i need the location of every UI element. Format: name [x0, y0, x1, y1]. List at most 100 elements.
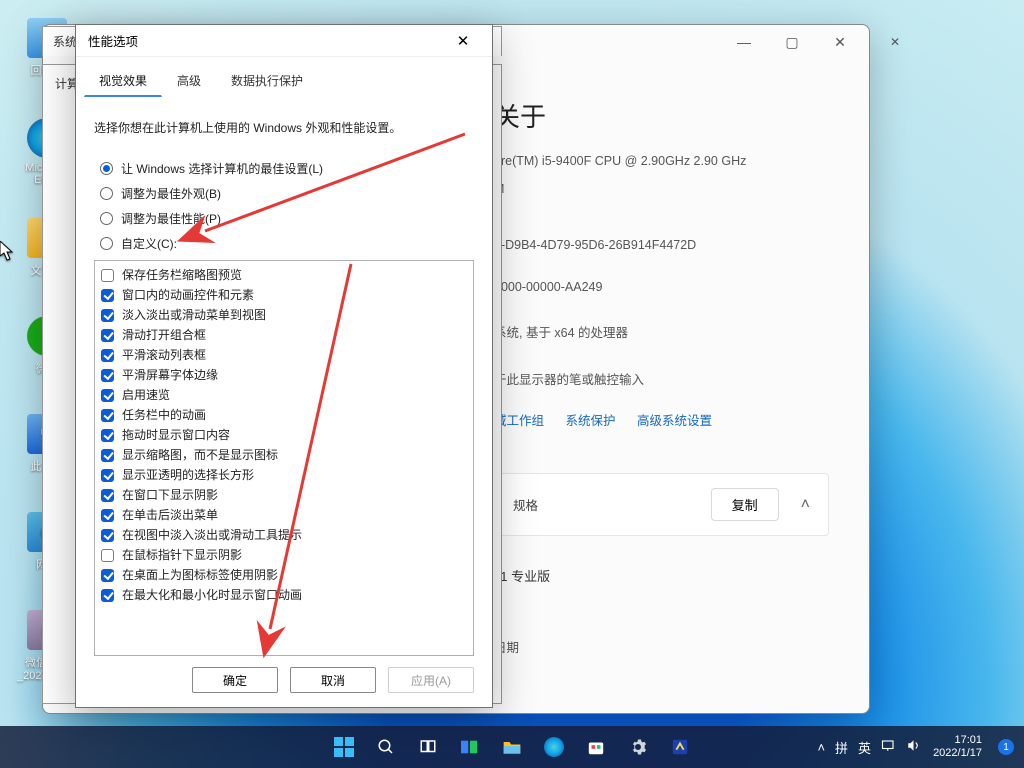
- windows-edition-value: 11 专业版: [494, 566, 829, 585]
- dialog-button-row: 确定 取消 应用(A): [192, 667, 474, 693]
- close-button[interactable]: ✕: [446, 29, 480, 53]
- checklist-item[interactable]: 在桌面上为图标标签使用阴影: [101, 565, 467, 585]
- close-icon[interactable]: ✕: [879, 35, 911, 49]
- checklist-item[interactable]: 显示亚透明的选择长方形: [101, 465, 467, 485]
- checkbox-icon: [101, 349, 114, 362]
- taskbar-center: [326, 729, 698, 765]
- dialog-title: 性能选项: [88, 31, 138, 50]
- radio-custom[interactable]: 自定义(C):: [100, 235, 474, 252]
- checkbox-icon: [101, 569, 114, 582]
- checklist-item-label: 在鼠标指针下显示阴影: [122, 546, 242, 564]
- settings-gear-button[interactable]: [620, 729, 656, 765]
- ok-button[interactable]: 确定: [192, 667, 278, 693]
- checkbox-icon: [101, 449, 114, 462]
- checklist-item[interactable]: 拖动时显示窗口内容: [101, 425, 467, 445]
- windows-spec-row[interactable]: 规格 复制 ˄: [494, 473, 829, 536]
- edge-button[interactable]: [536, 729, 572, 765]
- widgets-button[interactable]: [452, 729, 488, 765]
- checkbox-icon: [101, 529, 114, 542]
- performance-options-dialog: 性能选项 ✕ 视觉效果 高级 数据执行保护 选择你想在此计算机上使用的 Wind…: [75, 24, 493, 708]
- ime-indicator-1[interactable]: 拼: [835, 738, 848, 757]
- radio-icon: [100, 237, 113, 250]
- radio-let-windows-choose[interactable]: 让 Windows 选择计算机的最佳设置(L): [100, 160, 474, 177]
- radio-label: 调整为最佳性能(P): [121, 210, 221, 227]
- checklist-item-label: 显示亚透明的选择长方形: [122, 466, 254, 484]
- start-button[interactable]: [326, 729, 362, 765]
- checkbox-icon: [101, 589, 114, 602]
- checklist-item-label: 在窗口下显示阴影: [122, 486, 218, 504]
- notification-badge[interactable]: 1: [998, 739, 1014, 755]
- checklist-item[interactable]: 在单击后淡出菜单: [101, 505, 467, 525]
- radio-icon: [100, 162, 113, 175]
- checklist-item[interactable]: 在最大化和最小化时显示窗口动画: [101, 585, 467, 605]
- search-button[interactable]: [368, 729, 404, 765]
- checkbox-icon: [101, 329, 114, 342]
- performance-options-titlebar[interactable]: 性能选项 ✕: [76, 25, 492, 57]
- network-icon[interactable]: [881, 739, 896, 755]
- checklist-item-label: 在单击后淡出菜单: [122, 506, 218, 524]
- spec-label: 规格: [513, 495, 538, 514]
- checkbox-icon: [101, 489, 114, 502]
- checklist-item-label: 平滑屏幕字体边缘: [122, 366, 218, 384]
- related-links: 域工作组 系统保护 高级系统设置: [494, 410, 829, 429]
- checklist-item-label: 在桌面上为图标标签使用阴影: [122, 566, 278, 584]
- visual-effects-checklist[interactable]: 保存任务栏缩略图预览窗口内的动画控件和元素淡入淡出或滑动菜单到视图滑动打开组合框…: [94, 260, 474, 656]
- radio-label: 让 Windows 选择计算机的最佳设置(L): [121, 160, 323, 177]
- checkbox-icon: [101, 369, 114, 382]
- checkbox-icon: [101, 309, 114, 322]
- cancel-button[interactable]: 取消: [290, 667, 376, 693]
- tab-advanced[interactable]: 高级: [162, 65, 216, 97]
- app-icon[interactable]: [662, 729, 698, 765]
- maximize-button[interactable]: ▢: [771, 29, 813, 55]
- checklist-item[interactable]: 在鼠标指针下显示阴影: [101, 545, 467, 565]
- checklist-item[interactable]: 保存任务栏缩略图预览: [101, 265, 467, 285]
- task-view-button[interactable]: [410, 729, 446, 765]
- checklist-item-label: 平滑滚动列表框: [122, 346, 206, 364]
- radio-icon: [100, 187, 113, 200]
- apply-button[interactable]: 应用(A): [388, 667, 474, 693]
- chevron-up-icon[interactable]: ˄: [817, 740, 825, 755]
- chevron-up-icon: ˄: [801, 496, 810, 514]
- link-advanced-system-settings[interactable]: 高级系统设置: [637, 414, 712, 428]
- product-id-value: 0000-00000-AA249: [494, 280, 829, 294]
- checkbox-icon: [101, 549, 114, 562]
- support-date-label: 日期: [494, 637, 829, 656]
- system-tray[interactable]: ˄ 拼 英: [817, 738, 921, 757]
- minimize-button[interactable]: —: [723, 29, 765, 55]
- volume-icon[interactable]: [906, 739, 921, 755]
- radio-best-performance[interactable]: 调整为最佳性能(P): [100, 210, 474, 227]
- taskbar-right: ˄ 拼 英 17:01 2022/1/17 1: [817, 734, 1014, 760]
- close-button[interactable]: ✕: [819, 29, 861, 55]
- checklist-item[interactable]: 淡入淡出或滑动菜单到视图: [101, 305, 467, 325]
- checklist-item[interactable]: 平滑滚动列表框: [101, 345, 467, 365]
- store-button[interactable]: [578, 729, 614, 765]
- pen-touch-value: 于此显示器的笔或触控输入: [494, 369, 829, 388]
- checklist-item-label: 滑动打开组合框: [122, 326, 206, 344]
- ime-indicator-2[interactable]: 英: [858, 738, 871, 757]
- date-value: 2022/1/17: [933, 747, 982, 760]
- checklist-item[interactable]: 任务栏中的动画: [101, 405, 467, 425]
- copy-button[interactable]: 复制: [711, 488, 779, 521]
- checklist-item[interactable]: 显示缩略图，而不是显示图标: [101, 445, 467, 465]
- checklist-item-label: 保存任务栏缩略图预览: [122, 266, 242, 284]
- checklist-item[interactable]: 平滑屏幕字体边缘: [101, 365, 467, 385]
- checklist-item-label: 拖动时显示窗口内容: [122, 426, 230, 444]
- checklist-item[interactable]: 在窗口下显示阴影: [101, 485, 467, 505]
- device-id-value: 3-D9B4-4D79-95D6-26B914F4472D: [494, 238, 829, 252]
- explorer-button[interactable]: [494, 729, 530, 765]
- radio-label: 调整为最佳外观(B): [121, 185, 221, 202]
- checkbox-icon: [101, 509, 114, 522]
- checklist-item[interactable]: 在视图中淡入淡出或滑动工具提示: [101, 525, 467, 545]
- tab-visual-effects[interactable]: 视觉效果: [84, 65, 162, 97]
- checklist-item[interactable]: 滑动打开组合框: [101, 325, 467, 345]
- link-system-protection[interactable]: 系统保护: [566, 414, 616, 428]
- radio-best-appearance[interactable]: 调整为最佳外观(B): [100, 185, 474, 202]
- checklist-item-label: 在最大化和最小化时显示窗口动画: [122, 586, 302, 604]
- checklist-item[interactable]: 窗口内的动画控件和元素: [101, 285, 467, 305]
- settings-about-content: 关于 ore(TM) i5-9400F CPU @ 2.90GHz 2.90 G…: [484, 85, 869, 682]
- ram-value: M: [494, 182, 829, 196]
- checklist-item[interactable]: 启用速览: [101, 385, 467, 405]
- checkbox-icon: [101, 409, 114, 422]
- clock[interactable]: 17:01 2022/1/17: [933, 734, 982, 760]
- tab-dep[interactable]: 数据执行保护: [216, 65, 318, 97]
